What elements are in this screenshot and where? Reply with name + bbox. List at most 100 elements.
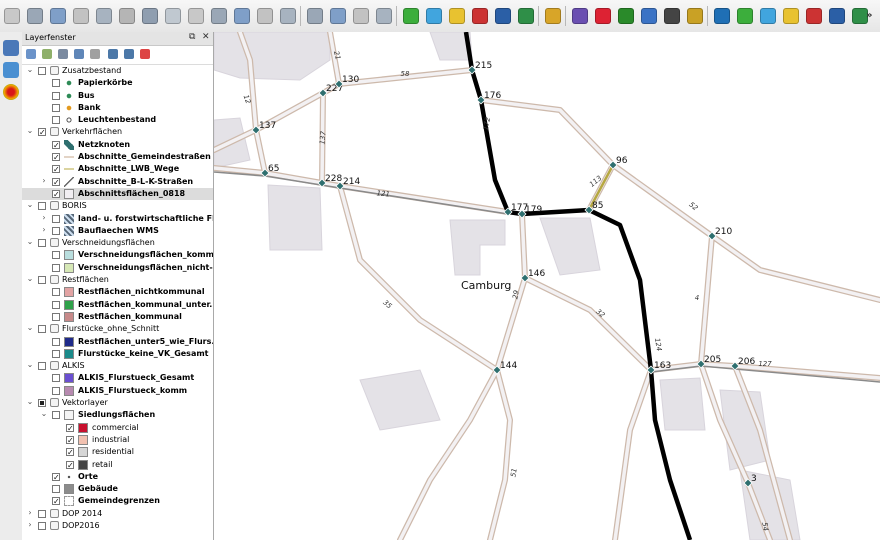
expand-chevron-icon[interactable]: ›: [26, 520, 34, 529]
collapse-chevron-icon[interactable]: ⌄: [26, 360, 34, 369]
visibility-icon[interactable]: [58, 49, 68, 59]
toolbar-tool-icon[interactable]: [280, 8, 296, 24]
layer-row[interactable]: ⌄ ALKIS: [22, 360, 213, 372]
layer-visibility-checkbox[interactable]: [52, 374, 60, 383]
layer-visibility-checkbox[interactable]: [38, 202, 46, 211]
expand-chevron-icon[interactable]: ›: [40, 213, 48, 222]
layer-row[interactable]: commercial: [22, 422, 213, 434]
layer-row[interactable]: Netzknoten: [22, 139, 213, 151]
layer-row[interactable]: ⌄ BORIS: [22, 200, 213, 212]
layer-visibility-checkbox[interactable]: [52, 263, 60, 272]
layer-visibility-checkbox[interactable]: [52, 226, 60, 235]
layer-row[interactable]: › land- u. forstwirtschaftliche Fla...: [22, 213, 213, 225]
toolbar-tool-icon[interactable]: [330, 8, 346, 24]
layer-row[interactable]: Verschneidungsflächen_nicht-...: [22, 262, 213, 274]
layer-row[interactable]: ⌄ Verschneidungsflächen: [22, 237, 213, 249]
toolbar-tool-icon[interactable]: [307, 8, 323, 24]
toolbar-tool-icon[interactable]: [783, 8, 799, 24]
toolbar-tool-icon[interactable]: [641, 8, 657, 24]
layer-row[interactable]: Restflächen_kommunal: [22, 311, 213, 323]
layer-row[interactable]: Restflächen_nichtkommunal: [22, 286, 213, 298]
heatmap-tool-icon[interactable]: [3, 84, 19, 100]
layer-row[interactable]: Orte: [22, 471, 213, 483]
toolbar-tool-icon[interactable]: [142, 8, 158, 24]
layer-row[interactable]: ⌄ Flurstücke_ohne_Schnitt: [22, 323, 213, 335]
layer-row[interactable]: Flurstücke_keine_VK_Gesamt: [22, 348, 213, 360]
toolbar-tool-icon[interactable]: [426, 8, 442, 24]
layer-visibility-checkbox[interactable]: [52, 411, 60, 420]
layer-row[interactable]: Gebäude: [22, 483, 213, 495]
layer-row[interactable]: residential: [22, 446, 213, 458]
layer-visibility-checkbox[interactable]: [52, 349, 60, 358]
toolbar-tool-icon[interactable]: [376, 8, 392, 24]
layer-row[interactable]: › Bauflaechen WMS: [22, 225, 213, 237]
collapse-chevron-icon[interactable]: ⌄: [26, 323, 34, 332]
layer-row[interactable]: ⌄ Verkehrflächen: [22, 126, 213, 138]
layer-row[interactable]: Abschnitte_Gemeindestraßen: [22, 151, 213, 163]
toolbar-tool-icon[interactable]: [27, 8, 43, 24]
toolbar-tool-icon[interactable]: [211, 8, 227, 24]
toolbar-tool-icon[interactable]: [188, 8, 204, 24]
layer-visibility-checkbox[interactable]: [66, 435, 74, 444]
layer-row[interactable]: ⌄ Siedlungsflächen: [22, 409, 213, 421]
layer-row[interactable]: Restflächen_unter5_wie_Flurs...: [22, 336, 213, 348]
toolbar-tool-icon[interactable]: [73, 8, 89, 24]
toolbar-tool-icon[interactable]: [165, 8, 181, 24]
toolbar-tool-icon[interactable]: [495, 8, 511, 24]
toolbar-tool-icon[interactable]: [449, 8, 465, 24]
toolbar-tool-icon[interactable]: [353, 8, 369, 24]
collapse-chevron-icon[interactable]: ⌄: [26, 397, 34, 406]
toolbar-tool-icon[interactable]: [687, 8, 703, 24]
layer-visibility-checkbox[interactable]: [38, 128, 46, 137]
layer-visibility-checkbox[interactable]: [38, 521, 46, 530]
expand-all-icon[interactable]: [108, 49, 118, 59]
collapse-chevron-icon[interactable]: ⌄: [26, 274, 34, 283]
layer-visibility-checkbox[interactable]: [52, 103, 60, 112]
layer-row[interactable]: ALKIS_Flurstueck_komm: [22, 385, 213, 397]
toolbar-tool-icon[interactable]: [595, 8, 611, 24]
layer-visibility-checkbox[interactable]: [52, 337, 60, 346]
layer-row[interactable]: › Abschnitte_B-L-K-Straßen: [22, 176, 213, 188]
toolbar-tool-icon[interactable]: [403, 8, 419, 24]
layer-row[interactable]: ⌄ Zusatzbestand: [22, 65, 213, 77]
layer-visibility-checkbox[interactable]: [52, 91, 60, 100]
layer-row[interactable]: Abschnitte_LWB_Wege: [22, 163, 213, 175]
network-tool-icon[interactable]: [3, 62, 19, 78]
layer-row[interactable]: ⌄ Restflächen: [22, 274, 213, 286]
layer-row[interactable]: Verschneidungsflächen_komm...: [22, 249, 213, 261]
collapse-all-icon[interactable]: [124, 49, 134, 59]
layer-visibility-checkbox[interactable]: [52, 153, 60, 162]
collapse-chevron-icon[interactable]: ⌄: [26, 65, 34, 74]
layer-row[interactable]: ⌄ Vektorlayer: [22, 397, 213, 409]
float-panel-icon[interactable]: ⧉: [189, 32, 195, 42]
layer-row[interactable]: Restflächen_kommunal_unter...: [22, 299, 213, 311]
layer-visibility-checkbox[interactable]: [38, 276, 46, 285]
layer-visibility-checkbox[interactable]: [38, 509, 46, 518]
layer-row[interactable]: Bus: [22, 90, 213, 102]
layer-visibility-checkbox[interactable]: [52, 288, 60, 297]
layer-visibility-checkbox[interactable]: [66, 448, 74, 457]
filter-icon[interactable]: [74, 49, 84, 59]
expand-chevron-icon[interactable]: ›: [26, 508, 34, 517]
toolbar-tool-icon[interactable]: [234, 8, 250, 24]
collapse-chevron-icon[interactable]: ⌄: [26, 237, 34, 246]
layer-visibility-checkbox[interactable]: [52, 79, 60, 88]
filter-expression-icon[interactable]: [90, 49, 100, 59]
layer-visibility-checkbox[interactable]: [52, 312, 60, 321]
layer-row[interactable]: ALKIS_Flurstueck_Gesamt: [22, 372, 213, 384]
layer-visibility-checkbox[interactable]: [52, 251, 60, 260]
toolbar-tool-icon[interactable]: [518, 8, 534, 24]
layer-visibility-checkbox[interactable]: [52, 386, 60, 395]
layer-visibility-checkbox[interactable]: [66, 423, 74, 432]
layer-row[interactable]: retail: [22, 459, 213, 471]
layer-visibility-checkbox[interactable]: [52, 214, 60, 223]
layer-visibility-checkbox[interactable]: [66, 460, 74, 469]
layer-visibility-checkbox[interactable]: [38, 362, 46, 371]
toolbar-tool-icon[interactable]: [545, 8, 561, 24]
layer-visibility-checkbox[interactable]: [38, 239, 46, 248]
map-canvas[interactable]: 21 58 12 137 172 121 113 52 35 29 32 4 124 127 51 54 215…: [214, 32, 880, 540]
layer-visibility-checkbox[interactable]: [38, 399, 46, 408]
open-styling-icon[interactable]: [26, 49, 36, 59]
layer-row[interactable]: › DOP 2014: [22, 508, 213, 520]
collapse-chevron-icon[interactable]: ⌄: [26, 200, 34, 209]
